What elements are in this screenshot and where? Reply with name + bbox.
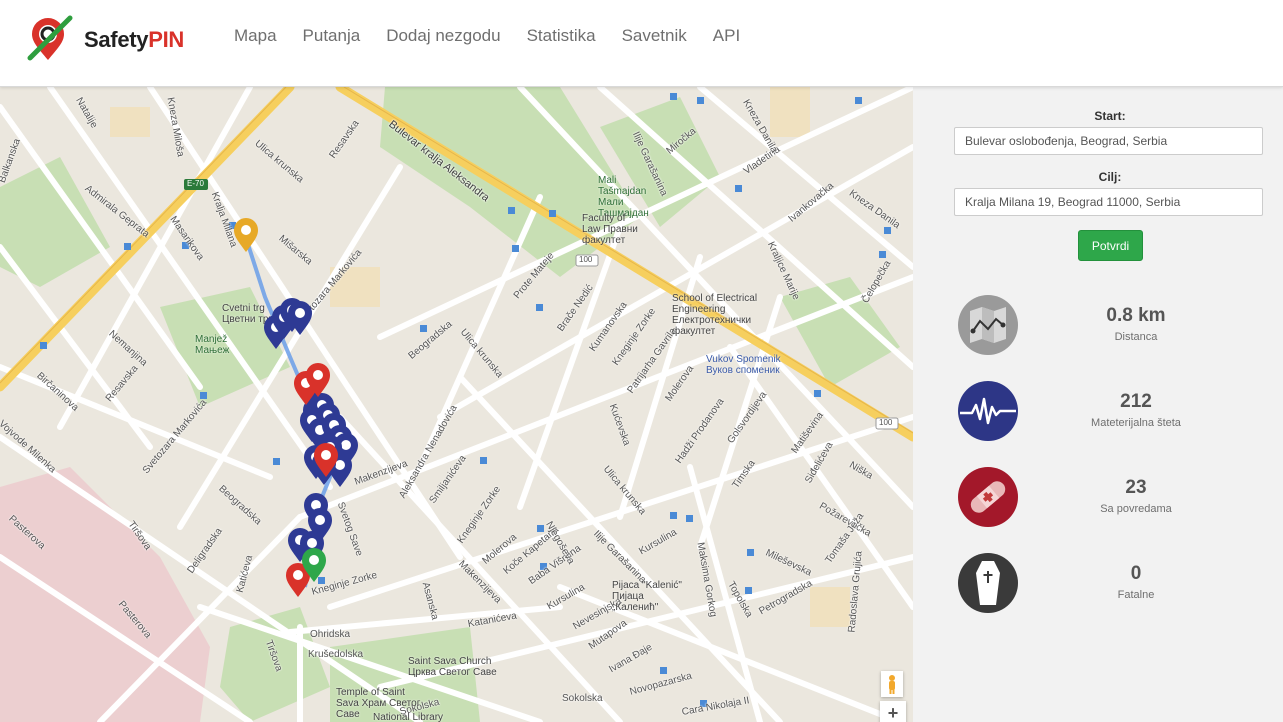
stat-distance-label: Distanca <box>1114 331 1158 343</box>
stat-property-damage-value: 212 <box>1120 391 1152 412</box>
stat-injuries-value: 23 <box>1125 477 1147 498</box>
pulse-icon <box>958 381 1018 441</box>
nav-item-putanja[interactable]: Putanja <box>303 26 361 46</box>
route-map-icon <box>958 295 1018 355</box>
nav-item-api[interactable]: API <box>713 26 740 46</box>
street-view-pegman-icon[interactable] <box>881 671 903 697</box>
bandage-icon <box>958 467 1018 527</box>
stat-property-damage-label: Mateterijalna šteta <box>1091 417 1181 429</box>
goal-input[interactable] <box>954 188 1263 216</box>
safety-pin-logo-icon <box>27 15 73 61</box>
stat-fatal-value: 0 <box>1130 563 1142 584</box>
stat-injuries: 23 Sa povredama <box>956 467 1276 527</box>
start-marker-icon <box>234 218 258 252</box>
nav-item-mapa[interactable]: Mapa <box>234 26 277 46</box>
nav-item-savetnik[interactable]: Savetnik <box>622 26 687 46</box>
stat-fatal: 0 Fatalne <box>956 553 1276 613</box>
start-input[interactable] <box>954 127 1263 155</box>
stat-distance-value: 0.8 km <box>1106 305 1166 326</box>
brand-name: SafetyPIN <box>84 27 185 52</box>
coffin-icon <box>958 553 1018 613</box>
goal-label: Cilj: <box>1098 170 1122 184</box>
submit-button[interactable]: Potvrdi <box>1078 230 1143 261</box>
brand-logo-link[interactable]: SafetyPIN <box>24 14 184 66</box>
top-navbar: SafetyPIN Mapa Putanja Dodaj nezgodu Sta… <box>0 0 1283 87</box>
main-nav: Mapa Putanja Dodaj nezgodu Statistika Sa… <box>234 26 766 46</box>
accident-markers-layer[interactable] <box>0 87 913 722</box>
nav-item-statistika[interactable]: Statistika <box>527 26 596 46</box>
stat-injuries-label: Sa povredama <box>1100 503 1172 515</box>
stat-fatal-label: Fatalne <box>1117 589 1155 601</box>
stat-distance: 0.8 km Distanca <box>956 295 1276 355</box>
map-canvas[interactable]: Natalije Balkanska Admirala Geprata Masa… <box>0 87 913 722</box>
route-panel: Start: Cilj: Potvrdi 0.8 km Distanca 212… <box>913 87 1283 722</box>
start-label: Start: <box>1094 109 1126 123</box>
nav-item-dodaj-nezgodu[interactable]: Dodaj nezgodu <box>386 26 500 46</box>
zoom-in-button[interactable]: + <box>880 701 906 722</box>
stat-property-damage: 212 Mateterijalna šteta <box>956 381 1276 441</box>
